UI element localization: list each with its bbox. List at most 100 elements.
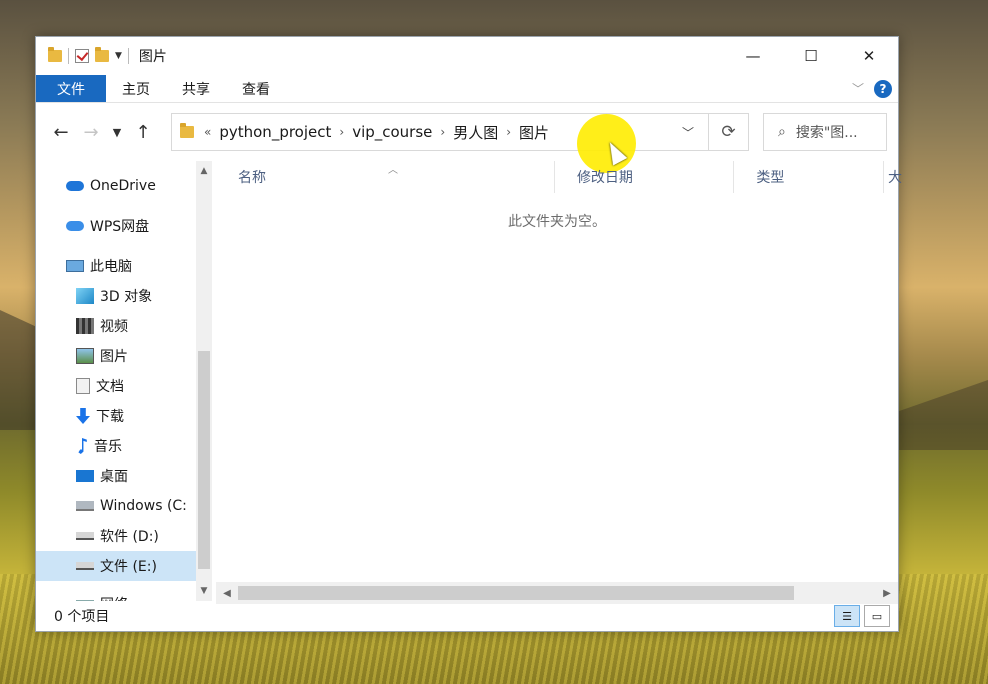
back-icon[interactable]: ← (46, 117, 76, 147)
search-input[interactable]: ⌕ 搜索"图... (763, 113, 887, 151)
sidebar-item-this-pc[interactable]: 此电脑 (36, 251, 196, 281)
sidebar-item-drive-c[interactable]: Windows (C: (36, 491, 196, 521)
tab-file[interactable]: 文件 (36, 75, 106, 102)
column-type[interactable]: 类型 (734, 161, 884, 193)
properties-icon[interactable] (75, 49, 89, 63)
sidebar-item-network[interactable]: 网络 (36, 589, 196, 601)
documents-icon (76, 378, 90, 394)
scrollbar-thumb[interactable] (198, 351, 210, 569)
scrollbar-thumb[interactable] (238, 586, 794, 600)
details-view-icon[interactable]: ☰ (834, 605, 860, 627)
sidebar-item-3d-objects[interactable]: 3D 对象 (36, 281, 196, 311)
breadcrumb-python-project[interactable]: python_project (219, 123, 331, 141)
chevron-right-icon[interactable]: › (339, 125, 344, 139)
drive-icon (76, 532, 94, 540)
sidebar-item-label: 图片 (100, 349, 128, 365)
sidebar-item-videos[interactable]: 视频 (36, 311, 196, 341)
forward-icon[interactable]: → (76, 117, 106, 147)
window-controls: — ☐ ✕ (724, 37, 898, 75)
3d-objects-icon (76, 288, 94, 304)
refresh-button[interactable]: ⟳ (709, 113, 749, 151)
recent-locations-icon[interactable]: ▼ (106, 117, 128, 147)
search-icon: ⌕ (778, 124, 786, 140)
tab-share[interactable]: 共享 (166, 75, 226, 102)
nav-pane-scrollbar[interactable]: ▲ ▼ (196, 161, 212, 601)
address-dropdown-icon[interactable]: ﹀ (682, 124, 694, 141)
navigation-bar: ← → ▼ ↑ « python_project › vip_course › … (36, 103, 898, 161)
help-icon[interactable]: ? (874, 79, 892, 98)
sidebar-item-desktop[interactable]: 桌面 (36, 461, 196, 491)
customize-toolbar-icon[interactable]: ▼ (115, 51, 122, 61)
downloads-icon (76, 408, 90, 424)
sidebar-item-drive-d[interactable]: 软件 (D:) (36, 521, 196, 551)
minimize-button[interactable]: — (724, 37, 782, 75)
empty-folder-message: 此文件夹为空。 (508, 214, 606, 230)
chevron-right-icon[interactable]: › (440, 125, 445, 139)
quick-access-toolbar: ▼ (36, 37, 129, 75)
drive-icon (76, 562, 94, 570)
windows-drive-icon (76, 501, 94, 511)
expand-ribbon-icon[interactable]: ﹀ (852, 80, 864, 97)
sidebar-item-wps[interactable]: WPS网盘 (36, 211, 196, 241)
column-headers: 名称 修改日期 类型 大 ︿ (216, 161, 902, 193)
maximize-button[interactable]: ☐ (782, 37, 840, 75)
ribbon-right: ﹀ ? (852, 75, 898, 102)
status-bar: 0 个项目 ☰ ▭ (36, 601, 898, 631)
large-icons-view-icon[interactable]: ▭ (864, 605, 890, 627)
sidebar-item-label: 3D 对象 (100, 289, 153, 305)
column-size[interactable]: 大 (884, 161, 902, 193)
item-count: 0 个项目 (54, 609, 110, 625)
sidebar-item-label: 此电脑 (90, 259, 132, 275)
title-bar: ▼ 图片 — ☐ ✕ (36, 37, 898, 75)
sidebar-item-onedrive[interactable]: OneDrive (36, 171, 196, 201)
desktop-icon (76, 470, 94, 482)
onedrive-cloud-icon (66, 181, 84, 191)
breadcrumb-pictures[interactable]: 图片 (519, 122, 549, 143)
sidebar-item-label: OneDrive (90, 178, 156, 194)
sidebar-item-label: 软件 (D:) (100, 529, 159, 545)
column-name[interactable]: 名称 (216, 161, 555, 193)
breadcrumb-vip-course[interactable]: vip_course (352, 123, 432, 141)
folder-icon (48, 47, 62, 62)
up-icon[interactable]: ↑ (128, 117, 158, 147)
sidebar-item-downloads[interactable]: 下载 (36, 401, 196, 431)
file-explorer-window: ▼ 图片 — ☐ ✕ 文件 主页 共享 查看 ﹀ ? ← → ▼ ↑ « pyt (35, 36, 902, 632)
sidebar-item-label: 网络 (100, 594, 128, 601)
music-icon (78, 438, 87, 454)
breadcrumb-men-pics[interactable]: 男人图 (453, 122, 498, 143)
sidebar-item-label: WPS网盘 (90, 219, 150, 235)
sidebar-item-label: 桌面 (100, 469, 128, 485)
close-button[interactable]: ✕ (840, 37, 898, 75)
sidebar-item-label: Windows (C: (100, 498, 187, 514)
sidebar-item-label: 音乐 (94, 439, 122, 455)
sidebar-item-label: 文档 (96, 379, 124, 395)
tab-home[interactable]: 主页 (106, 75, 166, 102)
wps-cloud-icon (66, 221, 84, 231)
new-folder-icon[interactable] (95, 47, 109, 62)
overflow-icon[interactable]: « (204, 125, 211, 139)
chevron-right-icon[interactable]: › (506, 125, 511, 139)
navigation-pane: OneDrive WPS网盘 此电脑 3D 对象 视频 图片 文档 下载 音乐 … (36, 161, 212, 601)
view-switcher: ☰ ▭ (834, 605, 890, 627)
separator (127, 48, 129, 64)
search-placeholder: 搜索"图... (795, 125, 858, 141)
sort-ascending-icon: ︿ (388, 165, 398, 176)
sidebar-item-music[interactable]: 音乐 (36, 431, 196, 461)
separator (68, 48, 69, 64)
tab-view[interactable]: 查看 (226, 75, 286, 102)
sidebar-item-label: 视频 (100, 319, 128, 335)
sidebar-item-label: 文件 (E:) (100, 559, 157, 575)
file-list: 名称 修改日期 类型 大 ︿ 此文件夹为空。 (216, 161, 902, 601)
pictures-icon (76, 348, 94, 364)
scroll-up-icon[interactable]: ▲ (196, 163, 212, 179)
ribbon-tabs: 文件 主页 共享 查看 ﹀ ? (36, 75, 898, 103)
column-date-modified[interactable]: 修改日期 (555, 161, 735, 193)
sidebar-item-drive-e[interactable]: 文件 (E:) (36, 551, 196, 581)
sidebar-item-pictures[interactable]: 图片 (36, 341, 196, 371)
sidebar-item-label: 下载 (96, 409, 124, 425)
window-title: 图片 (138, 49, 167, 65)
sidebar-item-documents[interactable]: 文档 (36, 371, 196, 401)
folder-icon (180, 123, 194, 138)
scroll-down-icon[interactable]: ▼ (196, 583, 212, 599)
this-pc-icon (66, 260, 84, 272)
